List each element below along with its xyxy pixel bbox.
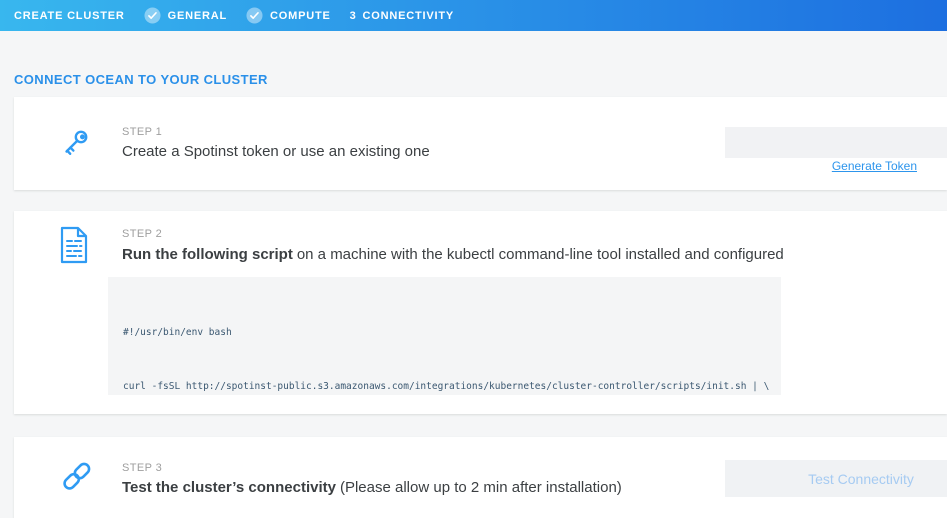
tab-compute-label: COMPUTE [270, 10, 331, 22]
check-circle-icon [246, 7, 263, 24]
tab-connectivity-label: CONNECTIVITY [363, 10, 455, 22]
key-icon [58, 124, 94, 164]
tab-general[interactable]: GENERAL [144, 7, 227, 24]
tab-connectivity-number: 3 [350, 10, 357, 22]
step3-title: Test the cluster’s connectivity(Please a… [122, 479, 622, 496]
step2-card: STEP 2 Run the following scripton a mach… [14, 211, 947, 414]
token-input[interactable] [725, 127, 947, 158]
step2-title-bold: Run the following script [122, 246, 293, 263]
install-script-code-block[interactable]: #!/usr/bin/env bash curl -fsSL http://sp… [108, 277, 781, 395]
step3-label: STEP 3 [122, 462, 162, 474]
code-line-1: #!/usr/bin/env bash [123, 324, 781, 342]
code-line-2: curl -fsSL http://spotinst-public.s3.ama… [123, 378, 781, 395]
step1-card: STEP 1 Create a Spotinst token or use an… [14, 97, 947, 190]
page-title: CONNECT OCEAN TO YOUR CLUSTER [14, 72, 268, 87]
check-circle-icon [144, 7, 161, 24]
tab-general-label: GENERAL [168, 10, 227, 22]
step2-label: STEP 2 [122, 228, 162, 240]
document-icon [58, 226, 90, 264]
step3-title-bold: Test the cluster’s connectivity [122, 479, 336, 496]
step3-title-rest: (Please allow up to 2 min after installa… [340, 479, 622, 496]
step1-label: STEP 1 [122, 126, 162, 138]
tab-compute[interactable]: COMPUTE [246, 7, 331, 24]
wizard-header: CREATE CLUSTER GENERAL COMPUTE 3 CONNECT… [0, 0, 947, 31]
generate-token-link[interactable]: Generate Token [725, 159, 917, 173]
step1-title: Create a Spotinst token or use an existi… [122, 143, 430, 160]
tab-connectivity[interactable]: 3 CONNECTIVITY [350, 10, 454, 22]
step2-title: Run the following scripton a machine wit… [122, 246, 784, 263]
test-connectivity-button[interactable]: Test Connectivity [725, 460, 947, 497]
wizard-title: CREATE CLUSTER [14, 10, 125, 22]
link-icon [58, 457, 96, 495]
step2-title-rest: on a machine with the kubectl command-li… [297, 246, 784, 263]
create-cluster-wizard: CREATE CLUSTER GENERAL COMPUTE 3 CONNECT… [0, 0, 947, 518]
step3-card: STEP 3 Test the cluster’s connectivity(P… [14, 437, 947, 518]
